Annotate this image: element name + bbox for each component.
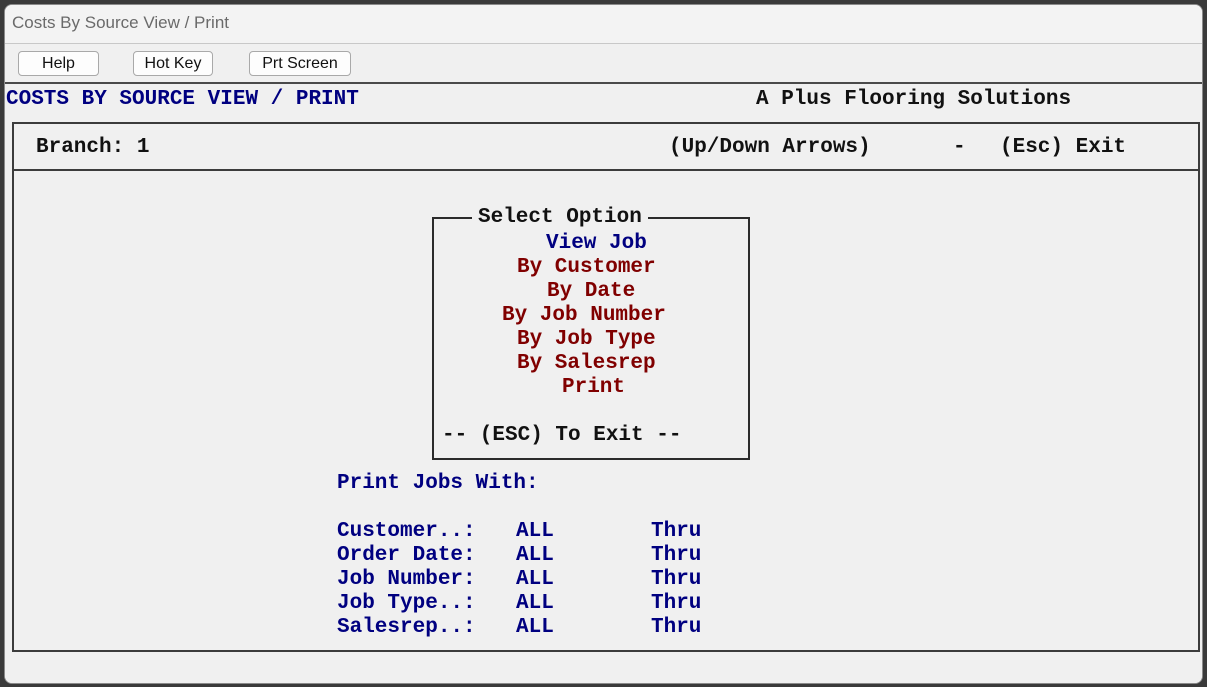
menu-item-by-job-number[interactable]: By Job Number [502,304,666,328]
filter-label-job-type: Job Type..: [337,592,476,615]
filter-thru-order-date: Thru [651,544,702,567]
menu-item-by-date[interactable]: By Date [547,280,635,304]
filter-thru-salesrep: Thru [651,616,702,639]
app-window: Costs By Source View / Print Help Hot Ke… [4,4,1203,684]
filter-value-job-type: ALL [516,592,554,615]
print-screen-button[interactable]: Prt Screen [249,51,351,76]
menu-item-view-job[interactable]: View Job [546,232,647,256]
menu-exit-text: -- (ESC) To Exit -- [442,424,682,447]
navigation-hint: (Up/Down Arrows) [669,136,871,159]
menu-item-by-customer[interactable]: By Customer [517,256,656,280]
filter-value-order-date: ALL [516,544,554,567]
filter-thru-job-number: Thru [651,568,702,591]
print-jobs-heading: Print Jobs With: [337,472,539,495]
terminal-screen: COSTS BY SOURCE VIEW / PRINT A Plus Floo… [5,85,1202,683]
filter-label-job-number: Job Number: [337,568,476,591]
filter-label-order-date: Order Date: [337,544,476,567]
hot-key-button[interactable]: Hot Key [133,51,213,76]
filter-value-job-number: ALL [516,568,554,591]
hint-separator: - [953,136,966,159]
filter-value-customer: ALL [516,520,554,543]
frame-divider [14,169,1198,171]
esc-exit-hint: (Esc) Exit [1000,136,1127,159]
help-button[interactable]: Help [18,51,99,76]
filter-thru-customer: Thru [651,520,702,543]
filter-label-customer: Customer..: [337,520,476,543]
title-bar: Costs By Source View / Print [5,5,1202,44]
filter-value-salesrep: ALL [516,616,554,639]
screen-title: COSTS BY SOURCE VIEW / PRINT [6,88,359,111]
menu-item-by-job-type[interactable]: By Job Type [517,328,656,352]
filter-thru-job-type: Thru [651,592,702,615]
menu-item-print[interactable]: Print [562,376,625,400]
window-title: Costs By Source View / Print [12,13,229,32]
menu-title: Select Option [472,206,648,230]
toolbar: Help Hot Key Prt Screen [5,44,1202,84]
filter-label-salesrep: Salesrep..: [337,616,476,639]
company-name: A Plus Flooring Solutions [756,88,1072,111]
branch-label: Branch: 1 [36,136,150,159]
menu-item-by-salesrep[interactable]: By Salesrep [517,352,656,376]
